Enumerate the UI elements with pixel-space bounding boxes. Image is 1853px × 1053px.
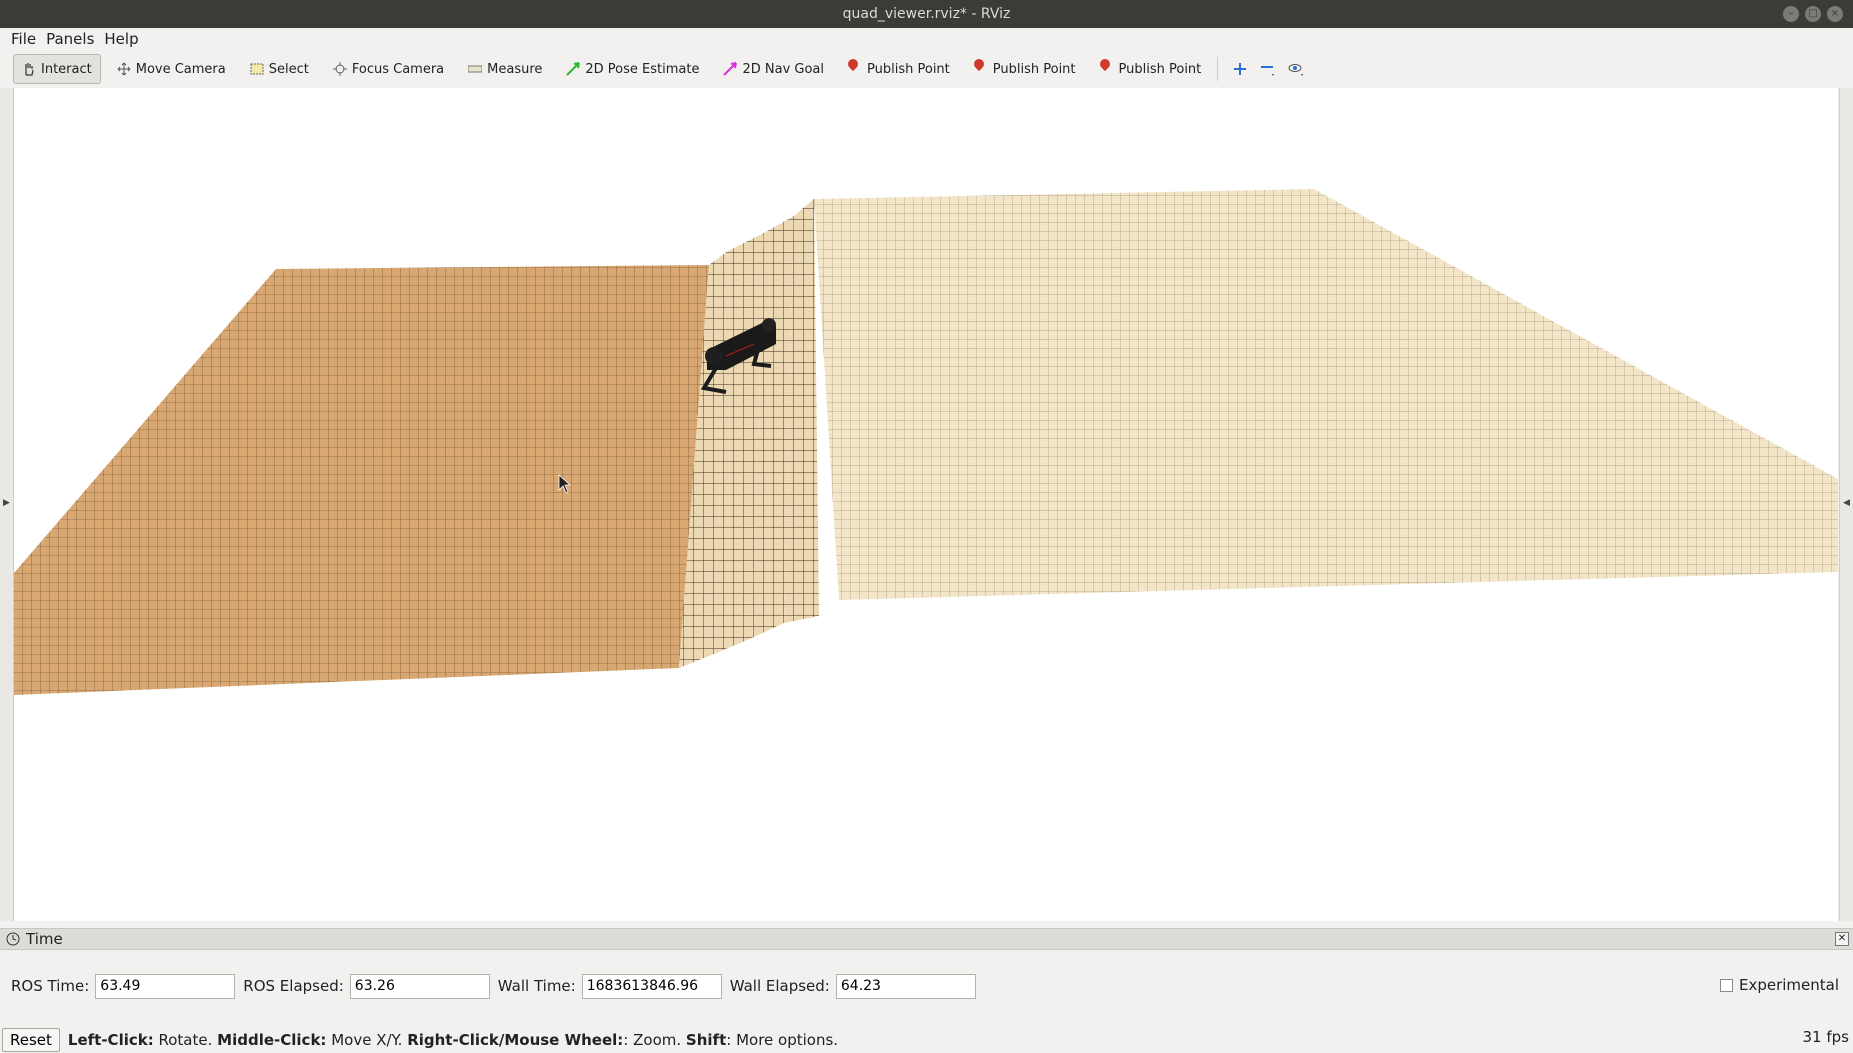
hint-left-click: Left-Click: bbox=[67, 1030, 154, 1049]
maximize-icon[interactable]: □ bbox=[1805, 6, 1821, 22]
publish-point-button-1[interactable]: Publish Point bbox=[840, 54, 958, 84]
move-camera-tool-button[interactable]: Move Camera bbox=[109, 54, 234, 84]
time-panel-title: Time bbox=[26, 930, 63, 948]
time-panel-header: Time ✕ bbox=[0, 928, 1853, 950]
remove-tool-button[interactable] bbox=[1254, 55, 1282, 83]
ruler-icon bbox=[468, 65, 483, 73]
expand-left-icon: ◀ bbox=[1843, 498, 1850, 508]
menu-bar: File Panels Help bbox=[0, 28, 1853, 50]
publish-point-label-3: Publish Point bbox=[1118, 61, 1202, 77]
reset-button[interactable]: Reset bbox=[2, 1027, 60, 1052]
nav-goal-label: 2D Nav Goal bbox=[742, 61, 825, 77]
hint-right-click: Right-Click/Mouse Wheel: bbox=[407, 1030, 624, 1049]
publish-point-label-1: Publish Point bbox=[867, 61, 950, 77]
wall-time-field[interactable] bbox=[581, 973, 722, 999]
hint-shift: Shift bbox=[685, 1030, 727, 1049]
terrain-scene bbox=[14, 189, 1838, 695]
focus-camera-tool-button[interactable]: Focus Camera bbox=[325, 54, 452, 84]
interact-tool-button[interactable]: Interact bbox=[13, 54, 101, 84]
expand-right-icon: ▶ bbox=[3, 498, 10, 508]
view-options-button[interactable] bbox=[1282, 55, 1310, 83]
clock-icon bbox=[6, 932, 20, 946]
map-pin-icon bbox=[845, 56, 862, 76]
publish-point-button-2[interactable]: Publish Point bbox=[966, 54, 1084, 84]
pose-estimate-tool-button[interactable]: 2D Pose Estimate bbox=[558, 54, 707, 84]
high-ground-plane bbox=[814, 189, 1838, 600]
ros-elapsed-field[interactable] bbox=[349, 973, 490, 999]
measure-label: Measure bbox=[487, 61, 543, 77]
wall-elapsed-field[interactable] bbox=[835, 973, 976, 999]
publish-point-button-3[interactable]: Publish Point bbox=[1092, 54, 1210, 84]
tool-bar: Interact Move Camera Select Focus Camera… bbox=[0, 51, 1853, 87]
hint-left-click-action: Rotate. bbox=[158, 1030, 213, 1049]
experimental-label: Experimental bbox=[1738, 976, 1839, 994]
menu-help[interactable]: Help bbox=[99, 30, 143, 48]
map-pin-icon bbox=[1097, 56, 1114, 76]
left-dock-collapse[interactable]: ▶ bbox=[0, 88, 14, 921]
measure-tool-button[interactable]: Measure bbox=[460, 54, 550, 84]
publish-point-label-2: Publish Point bbox=[992, 61, 1076, 77]
hint-shift-action: : More options. bbox=[726, 1030, 839, 1049]
interact-label: Interact bbox=[41, 61, 92, 77]
menu-file[interactable]: File bbox=[6, 30, 41, 48]
ros-time-label: ROS Time: bbox=[11, 977, 90, 995]
window-controls: – □ × bbox=[1783, 6, 1843, 22]
minimize-icon[interactable]: – bbox=[1783, 6, 1799, 22]
toolbar-separator bbox=[1217, 57, 1219, 81]
select-tool-button[interactable]: Select bbox=[242, 54, 317, 84]
focus-camera-icon bbox=[332, 62, 347, 76]
map-pin-icon bbox=[971, 56, 988, 76]
status-bar: Reset Left-Click: Rotate. Middle-Click: … bbox=[0, 1026, 1853, 1053]
low-ground-plane bbox=[14, 265, 709, 695]
select-box-icon bbox=[250, 63, 264, 75]
experimental-checkbox[interactable] bbox=[1719, 978, 1733, 992]
window-titlebar: quad_viewer.rviz* - RViz – □ × bbox=[0, 0, 1853, 28]
nav-goal-tool-button[interactable]: 2D Nav Goal bbox=[715, 54, 832, 84]
hint-middle-click-action: Move X/Y. bbox=[331, 1030, 403, 1049]
right-dock-collapse[interactable]: ◀ bbox=[1839, 88, 1853, 921]
hint-right-click-action: : Zoom. bbox=[623, 1030, 682, 1049]
pose-estimate-label: 2D Pose Estimate bbox=[585, 61, 700, 77]
plus-icon bbox=[1234, 63, 1247, 75]
experimental-option: Experimental bbox=[1719, 976, 1839, 994]
minus-icon bbox=[1261, 66, 1275, 76]
add-tool-button[interactable] bbox=[1226, 55, 1254, 83]
move-camera-label: Move Camera bbox=[135, 61, 226, 77]
select-label: Select bbox=[268, 61, 309, 77]
move-camera-icon bbox=[117, 62, 131, 76]
hint-middle-click: Middle-Click: bbox=[217, 1030, 327, 1049]
green-arrow-icon bbox=[566, 62, 581, 76]
window-title: quad_viewer.rviz* - RViz bbox=[842, 6, 1011, 22]
focus-camera-label: Focus Camera bbox=[351, 61, 445, 77]
hand-icon bbox=[25, 63, 34, 76]
time-fields: ROS Time: ROS Elapsed: Wall Time: Wall E… bbox=[0, 972, 1853, 1000]
close-icon[interactable]: × bbox=[1827, 6, 1843, 22]
ros-elapsed-label: ROS Elapsed: bbox=[243, 977, 344, 995]
eye-icon bbox=[1288, 64, 1304, 76]
close-panel-icon[interactable]: ✕ bbox=[1835, 932, 1849, 946]
wall-time-label: Wall Time: bbox=[497, 977, 576, 995]
wall-elapsed-label: Wall Elapsed: bbox=[729, 977, 830, 995]
3d-render-viewport[interactable] bbox=[14, 88, 1838, 921]
menu-panels[interactable]: Panels bbox=[41, 30, 99, 48]
ros-time-field[interactable] bbox=[95, 973, 236, 999]
fps-counter: 31 fps bbox=[1802, 1028, 1849, 1046]
magenta-arrow-icon bbox=[723, 62, 738, 76]
status-hint: Left-Click: Rotate. Middle-Click: Move X… bbox=[68, 1031, 838, 1049]
